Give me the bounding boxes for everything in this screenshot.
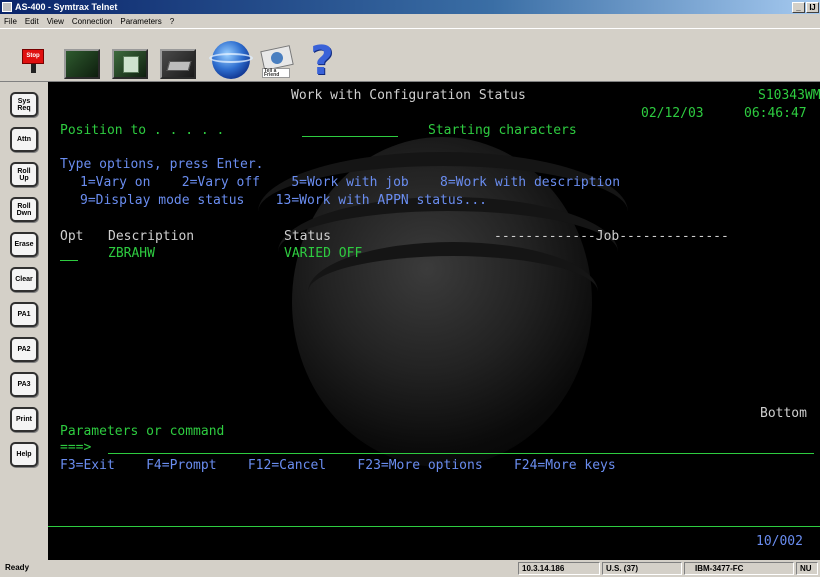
document-sheet (123, 56, 139, 73)
options-line-2: 9=Display mode status 13=Work with APPN … (80, 193, 487, 208)
code-page: U.S. (37) (602, 562, 682, 575)
column-job: -------------Job-------------- (494, 229, 729, 244)
params-label: Parameters or command (60, 424, 225, 439)
toolbar: Stop Tell a Friend ? (0, 28, 820, 82)
stop-sign-icon[interactable]: Stop (22, 49, 44, 73)
minimize-button[interactable]: _ (792, 1, 805, 13)
system-name: S10343WM (758, 88, 820, 103)
screen-date: 02/12/03 (641, 106, 704, 121)
options-line-1: 1=Vary on 2=Vary off 5=Work with job 8=W… (80, 175, 621, 190)
row-description: ZBRAHW (108, 246, 155, 261)
cursor-position: 10/002 (756, 534, 803, 549)
terminal-type: IBM-3477-FC (684, 562, 794, 575)
pa3-key[interactable]: PA3 (10, 372, 38, 397)
host-ip: 10.3.14.186 (518, 562, 600, 575)
rollup-key[interactable]: Roll Up (10, 162, 38, 187)
restore-button[interactable]: Ĳ (806, 1, 819, 13)
column-description: Description (108, 229, 195, 244)
screen-time: 06:46:47 (744, 106, 807, 121)
window-title: AS-400 - Symtrax Telnet (15, 2, 118, 12)
globe-icon[interactable] (209, 41, 253, 79)
row-status: VARIED OFF (284, 246, 363, 261)
menu-bar: File Edit View Connection Parameters ? (0, 14, 820, 28)
column-status: Status (284, 229, 331, 244)
position-to-label: Position to . . . . . (60, 123, 225, 138)
command-line-input[interactable] (108, 453, 814, 454)
terminal-screen[interactable]: Work with Configuration Status S10343WM … (48, 82, 820, 560)
menu-file[interactable]: File (0, 17, 21, 26)
starting-chars-label: Starting characters (428, 123, 577, 138)
help-key[interactable]: Help (10, 442, 38, 467)
sysreq-key[interactable]: Sys Req (10, 92, 38, 117)
screen-title: Work with Configuration Status (291, 88, 526, 103)
attn-key[interactable]: Attn (10, 127, 38, 152)
globe-ring (209, 53, 253, 63)
rolldown-key[interactable]: Roll Dwn (10, 197, 38, 222)
menu-help[interactable]: ? (166, 17, 178, 26)
stop-sign-label: Stop (22, 49, 44, 64)
menu-connection[interactable]: Connection (68, 17, 116, 26)
blank-screen-icon[interactable] (64, 49, 100, 79)
function-key-strip: Sys Req Attn Roll Up Roll Dwn Erase Clea… (0, 82, 48, 562)
pa2-key[interactable]: PA2 (10, 337, 38, 362)
tell-a-friend-label: Tell a Friend (262, 68, 290, 78)
instructions-text: Type options, press Enter. (60, 157, 264, 172)
status-bar: Ready 10.3.14.186 U.S. (37) IBM-3477-FC … (0, 560, 820, 577)
pa1-key[interactable]: PA1 (10, 302, 38, 327)
menu-edit[interactable]: Edit (21, 17, 43, 26)
num-lock: NU (796, 562, 818, 575)
command-prompt: ===> (60, 440, 92, 455)
status-divider (48, 526, 820, 527)
help-icon[interactable]: ? (304, 41, 340, 81)
bottom-indicator: Bottom (760, 406, 807, 421)
position-to-input[interactable] (302, 136, 398, 137)
tell-a-friend-icon[interactable]: Tell a Friend (260, 44, 296, 78)
menu-view[interactable]: View (43, 17, 68, 26)
print-key[interactable]: Print (10, 407, 38, 432)
menu-parameters[interactable]: Parameters (116, 17, 165, 26)
ready-status: Ready (5, 563, 30, 572)
title-bar: AS-400 - Symtrax Telnet _ Ĳ (0, 0, 820, 14)
function-keys-legend: F3=Exit F4=Prompt F12=Cancel F23=More op… (60, 458, 616, 473)
printer-icon[interactable] (160, 49, 196, 79)
clear-key[interactable]: Clear (10, 267, 38, 292)
option-input[interactable] (60, 260, 78, 261)
app-icon (2, 2, 12, 12)
printer-body (166, 61, 192, 71)
document-icon[interactable] (112, 49, 148, 79)
column-opt: Opt (60, 229, 84, 244)
erase-key[interactable]: Erase (10, 232, 38, 257)
